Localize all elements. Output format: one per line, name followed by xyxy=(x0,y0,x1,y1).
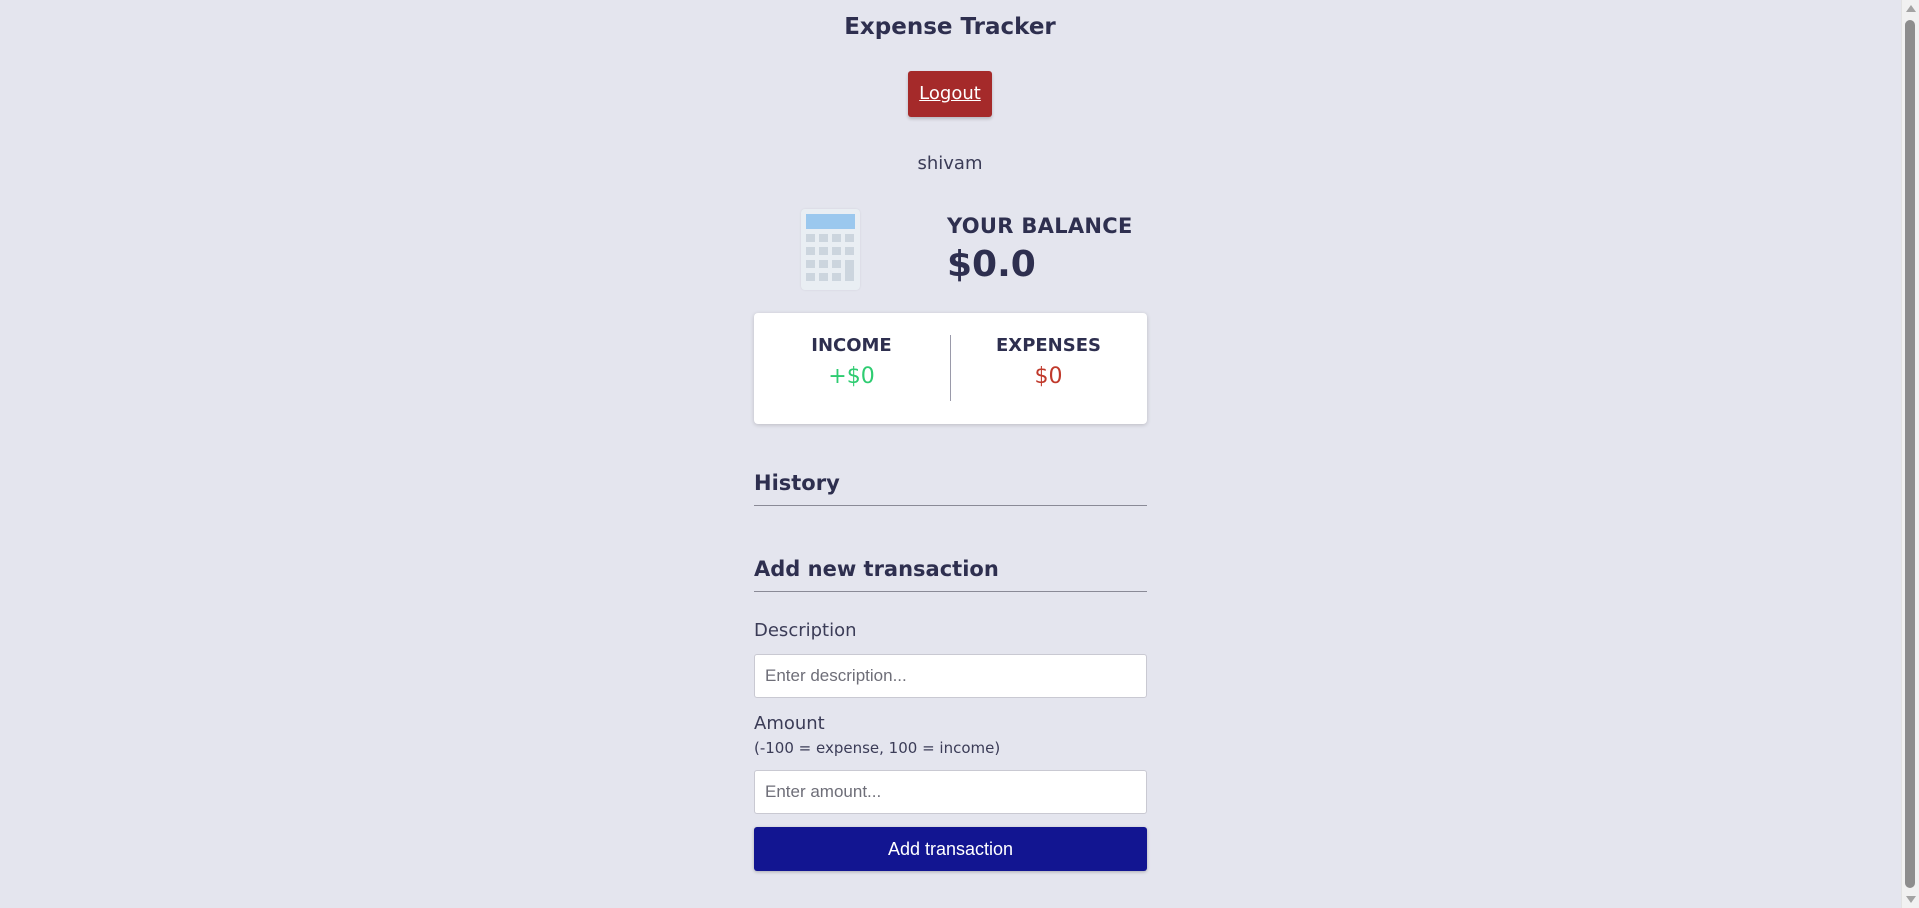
income-expense-card: INCOME +$0 EXPENSES $0 xyxy=(754,313,1147,424)
scroll-up-arrow-icon[interactable] xyxy=(1906,5,1916,12)
expenses-section: EXPENSES $0 xyxy=(951,335,1146,389)
amount-hint: (-100 = expense, 100 = income) xyxy=(754,739,1001,757)
page-title: Expense Tracker xyxy=(844,14,1056,40)
balance-label: YOUR BALANCE xyxy=(947,214,1133,238)
description-label: Description xyxy=(754,620,857,641)
scroll-thumb[interactable] xyxy=(1905,20,1915,888)
expense-tracker-page: Expense Tracker Logout shivam YOUR BALAN… xyxy=(0,0,1919,908)
description-input[interactable] xyxy=(754,654,1147,698)
logout-container: Logout xyxy=(0,71,1900,117)
add-transaction-button[interactable]: Add transaction xyxy=(754,827,1147,871)
amount-label: Amount xyxy=(754,713,825,734)
scroll-down-arrow-icon[interactable] xyxy=(1906,896,1916,903)
add-transaction-heading: Add new transaction xyxy=(754,557,1147,592)
calculator-screen xyxy=(806,214,855,229)
income-value: +$0 xyxy=(828,364,875,389)
amount-input[interactable] xyxy=(754,770,1147,814)
income-section: INCOME +$0 xyxy=(754,335,949,389)
username-label: shivam xyxy=(917,153,983,174)
balance-value: $0.0 xyxy=(947,244,1036,285)
logout-button[interactable]: Logout xyxy=(908,71,992,117)
vertical-scrollbar[interactable] xyxy=(1901,0,1919,908)
expenses-label: EXPENSES xyxy=(996,335,1101,356)
calculator-icon xyxy=(801,209,860,290)
history-heading: History xyxy=(754,471,1147,506)
expenses-value: $0 xyxy=(1034,364,1063,389)
income-label: INCOME xyxy=(811,335,892,356)
